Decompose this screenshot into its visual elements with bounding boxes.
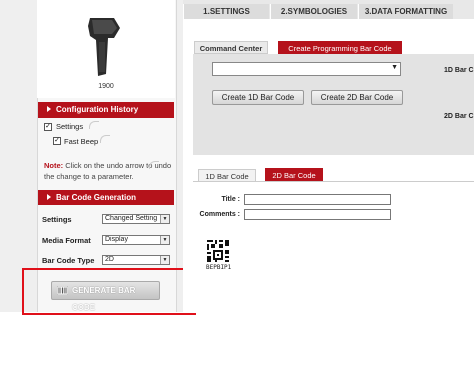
tab-2d-barcode[interactable]: 2D Bar Code	[265, 168, 323, 181]
tab-data-formatting[interactable]: 3.DATA FORMATTING	[358, 4, 453, 19]
comments-label: Comments :	[199, 211, 240, 218]
settings-checkbox[interactable]: ✓	[44, 123, 52, 131]
create-2d-barcode-button[interactable]: Create 2D Bar Code	[311, 90, 403, 105]
barcode-caption: BEPBIP1	[206, 264, 232, 271]
undo-arrow-icon	[149, 161, 159, 169]
tab-settings[interactable]: 1.SETTINGS	[183, 4, 269, 19]
settings-select-value: Changed Setting	[105, 215, 158, 222]
barcode-type-select[interactable]: 2D ▼	[102, 255, 170, 265]
2d-barcode-image	[207, 240, 229, 262]
barcode-type-label: Bar Code Type	[42, 256, 95, 265]
undo-arrow-icon[interactable]	[89, 121, 99, 129]
config-history-title: Configuration History	[56, 105, 139, 114]
settings-select[interactable]: Changed Setting ▼	[102, 214, 170, 224]
history-item-settings: Settings	[56, 122, 84, 131]
barcode-type-value: 2D	[105, 256, 114, 263]
title-label: Title :	[221, 196, 240, 203]
label-1d-barcode: 1D Bar C	[444, 67, 474, 74]
note-prefix: Note:	[44, 161, 64, 170]
history-item-fast-beep: Fast Beep	[64, 137, 99, 146]
arrow-right-icon	[47, 194, 51, 200]
barcode-generation-header: Bar Code Generation	[38, 190, 174, 206]
create-1d-barcode-button[interactable]: Create 1D Bar Code	[212, 90, 304, 105]
product-model-label: 1900	[98, 83, 114, 90]
title-input[interactable]	[244, 194, 391, 205]
settings-field-label: Settings	[42, 215, 72, 224]
tab-create-programming-barcode[interactable]: Create Programming Bar Code	[278, 41, 402, 54]
comments-input[interactable]	[244, 209, 391, 220]
arrow-right-icon	[47, 106, 51, 112]
fast-beep-checkbox[interactable]: ✓	[53, 137, 61, 145]
barcode-generation-title: Bar Code Generation	[56, 193, 137, 202]
label-2d-barcode: 2D Bar C	[444, 113, 474, 120]
media-format-label: Media Format	[42, 236, 91, 245]
command-dropdown[interactable]: ▼	[212, 62, 401, 76]
undo-arrow-icon[interactable]	[100, 135, 110, 143]
chevron-down-icon: ▼	[160, 215, 169, 223]
chevron-down-icon: ▼	[391, 64, 398, 71]
scanner-image	[88, 18, 120, 76]
tab-command-center[interactable]: Command Center	[194, 41, 268, 54]
tab-symbologies[interactable]: 2.SYMBOLOGIES	[270, 4, 357, 19]
media-format-value: Display	[105, 236, 128, 243]
config-history-header: Configuration History	[38, 102, 174, 118]
chevron-down-icon: ▼	[160, 236, 169, 244]
media-format-select[interactable]: Display ▼	[102, 235, 170, 245]
chevron-down-icon: ▼	[160, 256, 169, 264]
red-highlight-frame	[22, 268, 196, 315]
